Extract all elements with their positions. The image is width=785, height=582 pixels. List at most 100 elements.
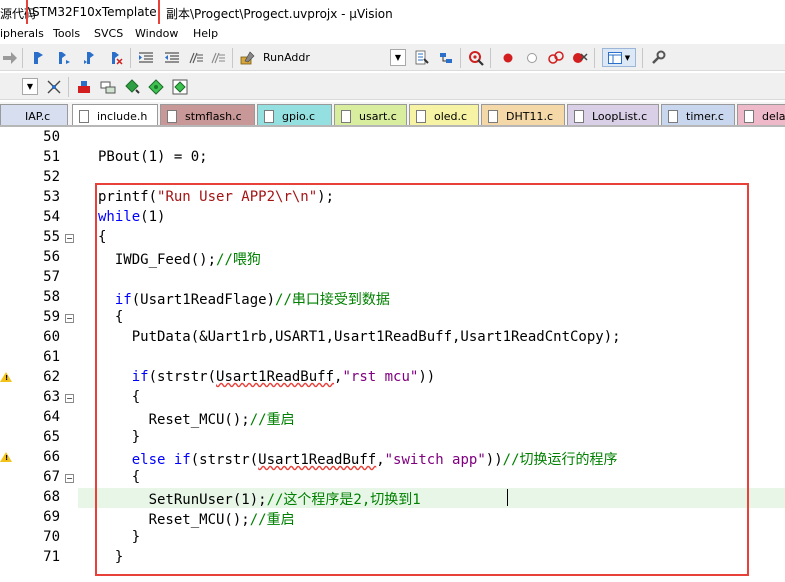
tab-stmflash-c[interactable]: stmflash.c (160, 104, 255, 125)
toolbar-main: RunAddr ▼ ▼ (0, 44, 785, 71)
unindent-icon[interactable] (162, 48, 181, 67)
pack-installer-icon[interactable] (74, 77, 93, 96)
line-number: 68 (43, 489, 60, 505)
tab-include-h[interactable]: include.h (72, 104, 158, 125)
tab-gpio-c[interactable]: gpio.c (257, 104, 332, 125)
tab-dht11-c[interactable]: DHT11.c (481, 104, 565, 125)
menu-window[interactable]: Window (135, 27, 178, 40)
toolbar-separator (68, 77, 69, 97)
enable-breakpoint-icon[interactable] (522, 48, 541, 67)
document-icon (744, 109, 754, 123)
fold-toggle-icon[interactable]: − (65, 314, 74, 323)
line-number: 59 (43, 309, 60, 325)
menu-tools[interactable]: Tools (53, 27, 80, 40)
build-output-icon[interactable] (412, 48, 431, 67)
menu-svcs[interactable]: SVCS (94, 27, 123, 40)
select-packs-icon[interactable] (98, 77, 117, 96)
highlight-box-code (95, 183, 749, 576)
debug-session-icon[interactable] (466, 48, 485, 67)
code-token: PBout(1) = 0; (98, 149, 208, 165)
fold-toggle-icon[interactable]: − (65, 474, 74, 483)
next-bookmark-icon[interactable] (80, 48, 99, 67)
dropdown-toggle[interactable]: ▼ (22, 78, 38, 95)
line-number: 53 (43, 189, 60, 205)
configure-wrench-icon[interactable] (648, 48, 667, 67)
line-number: 61 (43, 349, 60, 365)
tab-delay[interactable]: dela (737, 104, 785, 125)
line-number: 60 (43, 329, 60, 345)
toolbar-separator (460, 48, 461, 68)
toolbar-separator (130, 48, 131, 68)
line-number: 65 (43, 429, 60, 445)
target-select-dropdown[interactable]: ▼ (390, 49, 406, 66)
line-number: 57 (43, 269, 60, 285)
editor-tab-bar: IAP.c include.h stmflash.c gpio.c usart.… (0, 102, 785, 127)
document-icon (79, 109, 89, 123)
menu-help[interactable]: Help (193, 27, 218, 40)
line-number: 50 (43, 129, 60, 145)
line-number: 66 (43, 449, 60, 465)
tab-iap-c[interactable]: IAP.c (0, 104, 68, 125)
window-layout-button[interactable]: ▼ (602, 48, 636, 67)
prev-bookmark-icon[interactable] (54, 48, 73, 67)
bookmark-icon[interactable] (28, 48, 47, 67)
line-number: 67 (43, 469, 60, 485)
kill-all-breakpoints-icon[interactable] (570, 48, 589, 67)
indent-icon[interactable] (136, 48, 155, 67)
document-icon (341, 109, 351, 123)
toolbar-separator (232, 48, 233, 68)
insert-breakpoint-icon[interactable] (498, 48, 517, 67)
menu-bar: ipherals Tools SVCS Window Help (0, 24, 785, 44)
manage-components-icon[interactable] (436, 48, 455, 67)
title-bar: 源代码 \STM32F10xTemplate 副本\Progect\Progec… (0, 0, 785, 28)
line-number-gutter[interactable]: 505152535455−56575859−60616263−64656667−… (0, 127, 78, 582)
tab-looplist-c[interactable]: LoopList.c (567, 104, 659, 125)
line-number: 70 (43, 529, 60, 545)
fold-toggle-icon[interactable]: − (65, 234, 74, 243)
event-recorder-icon[interactable] (44, 77, 63, 96)
toolbar-separator (490, 48, 491, 68)
run-time-env-icon[interactable] (122, 77, 141, 96)
clear-bookmarks-icon[interactable] (106, 48, 125, 67)
diamond-icon[interactable] (146, 77, 165, 96)
fold-toggle-icon[interactable]: − (65, 394, 74, 403)
software-pack-icon[interactable] (170, 77, 189, 96)
line-number: 56 (43, 249, 60, 265)
document-icon (264, 109, 274, 123)
toolbar-separator (594, 48, 595, 68)
toolbar-build: ▼ (0, 73, 785, 100)
document-icon (167, 109, 177, 123)
line-number: 71 (43, 549, 60, 565)
uncomment-icon[interactable] (208, 48, 227, 67)
tab-oled-c[interactable]: oled.c (409, 104, 479, 125)
warning-icon (0, 372, 12, 382)
title-rest: 副本\Progect\Progect.uvprojx - µVision (166, 7, 393, 21)
line-number: 52 (43, 169, 60, 185)
navigate-forward-icon[interactable] (0, 48, 19, 67)
line-number: 69 (43, 509, 60, 525)
document-icon (668, 109, 678, 123)
line-number: 55 (43, 229, 60, 245)
code-line[interactable]: PBout(1) = 0; (98, 149, 208, 165)
document-icon (574, 109, 584, 123)
disable-all-breakpoints-icon[interactable] (546, 48, 565, 67)
warning-icon (0, 452, 12, 462)
toolbar-separator (22, 48, 23, 68)
tab-timer-c[interactable]: timer.c (661, 104, 735, 125)
line-number: 54 (43, 209, 60, 225)
menu-peripherals[interactable]: ipherals (0, 27, 44, 40)
code-editor[interactable]: 505152535455−56575859−60616263−64656667−… (0, 127, 785, 582)
comment-icon[interactable] (186, 48, 205, 67)
target-options-icon[interactable] (238, 48, 257, 67)
line-number: 62 (43, 369, 60, 385)
chevron-down-icon: ▼ (624, 53, 631, 62)
tab-usart-c[interactable]: usart.c (334, 104, 407, 125)
line-number: 58 (43, 289, 60, 305)
line-number: 64 (43, 409, 60, 425)
line-number: 51 (43, 149, 60, 165)
toolbar-separator (642, 48, 643, 68)
line-number: 63 (43, 389, 60, 405)
target-name: RunAddr (263, 51, 310, 64)
document-icon (416, 109, 426, 123)
document-icon (488, 109, 498, 123)
